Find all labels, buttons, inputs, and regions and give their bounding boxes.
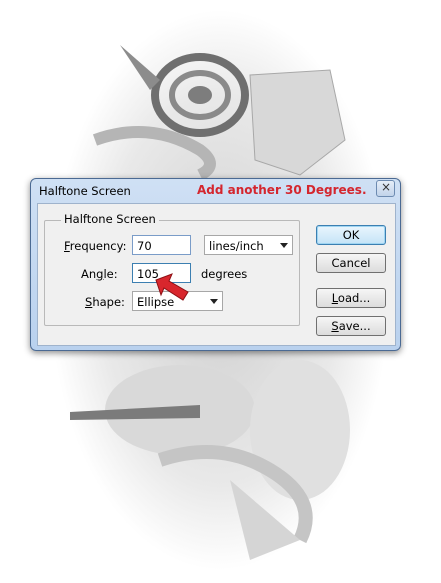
frequency-unit-select[interactable]: lines/inch xyxy=(204,235,293,255)
close-icon: × xyxy=(381,180,392,194)
ok-button[interactable]: OK xyxy=(316,225,386,245)
frequency-unit-value: lines/inch xyxy=(209,239,264,253)
annotation-text: Add another 30 Degrees. xyxy=(197,183,367,197)
angle-label: Angle: xyxy=(81,267,118,281)
chevron-down-icon xyxy=(280,243,288,248)
angle-unit-label: degrees xyxy=(201,267,248,281)
dialog-title: Halftone Screen xyxy=(39,184,131,198)
shape-label: Shape: xyxy=(85,295,125,309)
title-bar[interactable]: Halftone Screen Add another 30 Degrees. … xyxy=(31,179,400,203)
load-button[interactable]: Load... xyxy=(316,288,386,308)
halftone-screen-dialog: Halftone Screen Add another 30 Degrees. … xyxy=(30,178,401,351)
dialog-client-area: Halftone Screen Frequency: 70 lines/inch… xyxy=(37,203,396,346)
chevron-down-icon xyxy=(210,299,218,304)
cancel-button[interactable]: Cancel xyxy=(316,253,386,273)
save-button[interactable]: Save... xyxy=(316,316,386,336)
frequency-label: Frequency: xyxy=(64,239,127,253)
frequency-input[interactable]: 70 xyxy=(132,235,191,255)
group-legend: Halftone Screen xyxy=(61,212,159,226)
close-button[interactable]: × xyxy=(376,180,395,197)
annotation-arrow-icon xyxy=(155,273,189,301)
